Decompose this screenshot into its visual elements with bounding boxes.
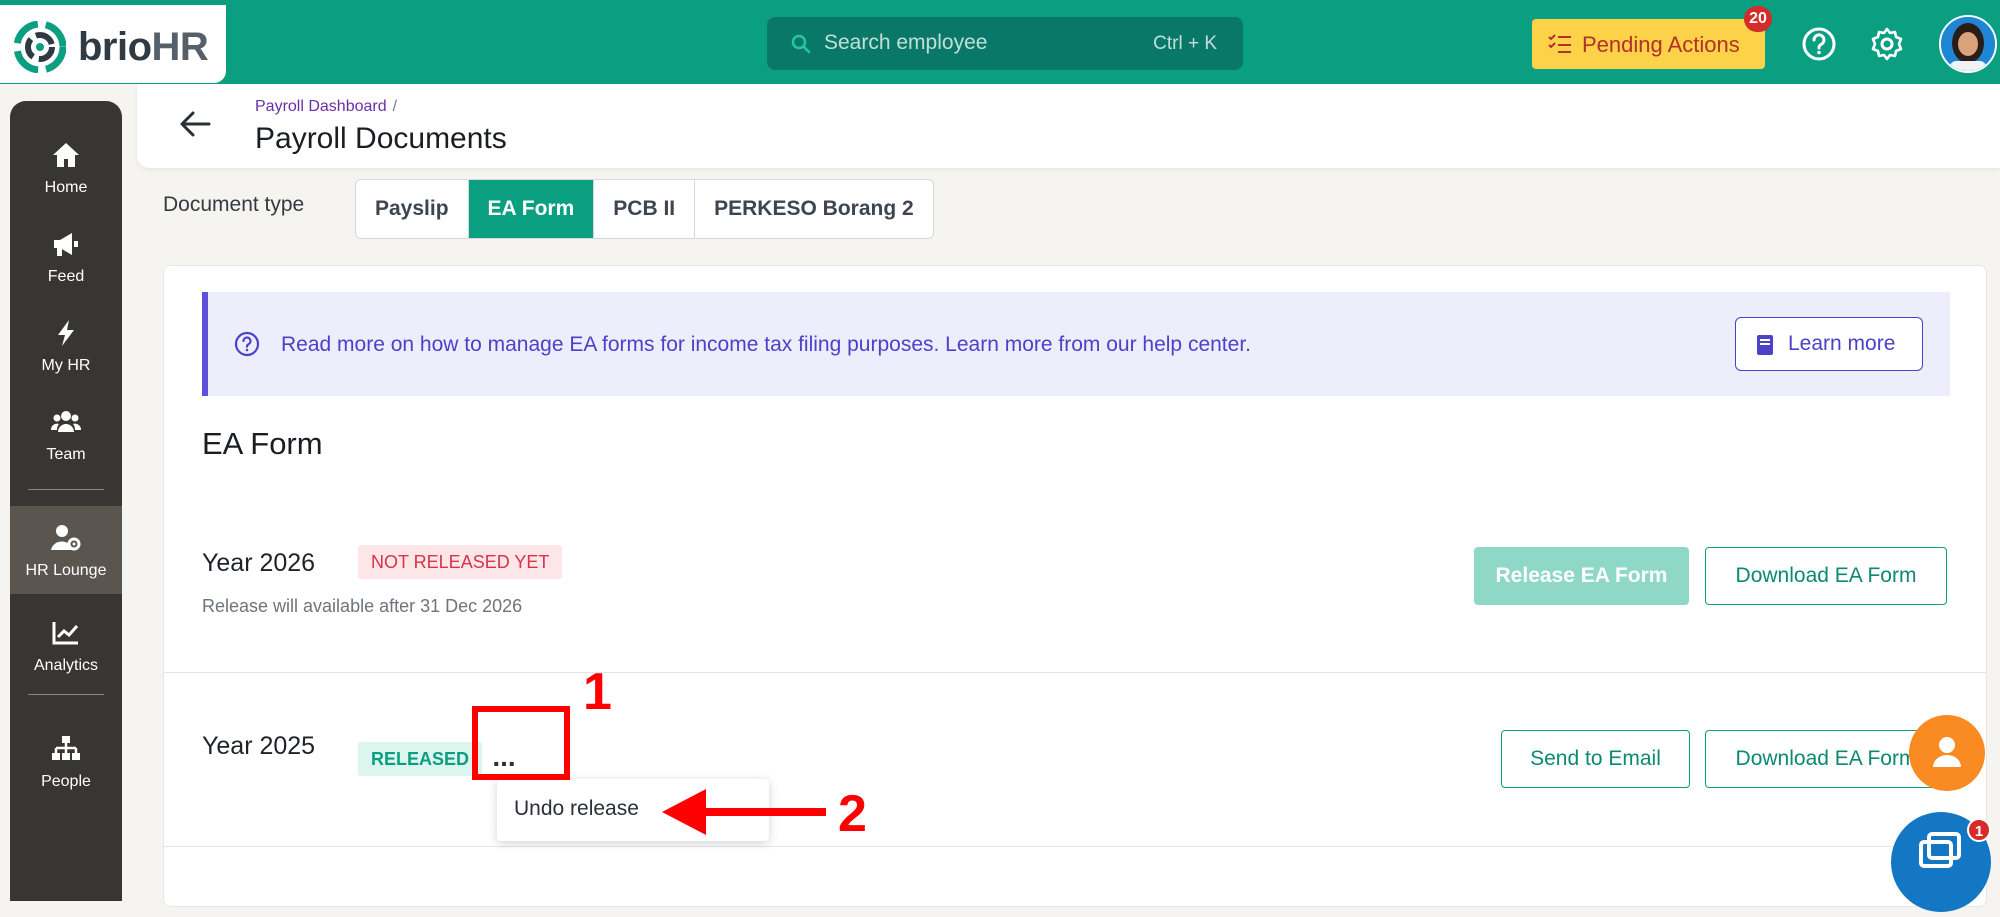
user-gear-icon [51,525,81,551]
document-type-tabs: Payslip EA Form PCB II PERKESO Borang 2 [355,179,934,239]
release-ea-form-button[interactable]: Release EA Form [1474,547,1689,605]
megaphone-icon [54,233,78,256]
team-icon [51,411,81,432]
chart-line-icon [52,622,79,645]
search-input[interactable]: Search employee Ctrl + K [767,17,1243,70]
pending-count-badge: 20 [1744,6,1772,32]
ea-form-card: Read more on how to manage EA forms for … [163,265,1987,907]
org-chart-icon [52,736,80,760]
breadcrumb: Payroll Dashboard / [255,98,397,116]
undo-release-menu-item[interactable]: Undo release [514,797,639,821]
sidebar-item-home[interactable]: Home [10,123,122,209]
document-type-label: Document type [163,193,305,216]
sidebar: Home Feed My HR Team HR Lounge Analytics… [10,101,122,901]
sidebar-item-label: My HR [41,357,91,374]
year-2026-label: Year 2026 [202,549,316,577]
book-icon [1757,335,1773,355]
info-banner-text: Read more on how to manage EA forms for … [281,333,1251,356]
help-circle-icon[interactable] [1801,26,1837,62]
breadcrumb-link-payroll-dashboard[interactable]: Payroll Dashboard [255,98,387,115]
person-icon [1933,737,1961,767]
release-note: Release will available after 31 Dec 2026 [202,596,523,616]
status-badge-released: RELEASED [358,742,483,776]
annotation-highlight-box [472,706,570,780]
sidebar-item-label: Analytics [33,657,99,674]
home-icon [53,143,79,167]
sidebar-divider [28,489,104,490]
section-title: EA Form [202,426,323,461]
tab-payslip[interactable]: Payslip [356,180,469,238]
back-arrow-icon[interactable] [177,106,213,142]
avatar[interactable] [1939,15,1997,73]
pending-actions-button[interactable]: Pending Actions 20 [1532,6,1772,69]
search-shortcut: Ctrl + K [1153,33,1217,54]
page-title: Payroll Documents [255,122,507,155]
chat-notification-badge: 1 [1967,818,1991,842]
question-circle-icon [234,331,260,357]
breadcrumb-separator: / [392,98,398,115]
sidebar-item-people[interactable]: People [10,717,122,803]
sidebar-divider [28,694,104,695]
sidebar-item-label: HR Lounge [25,562,107,579]
bolt-icon [58,320,74,346]
sidebar-item-label: Team [46,446,86,463]
send-to-email-button[interactable]: Send to Email [1501,730,1690,788]
user-avatar-icon [1941,17,1995,71]
sidebar-item-label: Home [44,179,88,196]
tab-pcb-ii[interactable]: PCB II [594,180,696,238]
search-placeholder: Search employee [824,31,988,54]
logo-text: brioHR [78,25,209,69]
sidebar-item-feed[interactable]: Feed [10,212,122,298]
sidebar-item-my-hr[interactable]: My HR [10,301,122,387]
learn-more-label: Learn more [1788,332,1896,355]
top-bar: brioHR Search employee Ctrl + K Pending … [0,0,2000,84]
gear-icon[interactable] [1869,26,1905,62]
download-ea-form-button-2026[interactable]: Download EA Form [1705,547,1947,605]
info-banner: Read more on how to manage EA forms for … [202,292,1950,396]
support-person-button[interactable] [1909,715,1985,791]
search-icon [791,34,811,54]
tab-perkeso-borang-2[interactable]: PERKESO Borang 2 [695,180,933,238]
learn-more-button[interactable]: Learn more [1735,317,1923,371]
chat-button[interactable]: 1 [1891,812,1991,912]
annotation-number-1: 1 [583,663,612,721]
tab-ea-form[interactable]: EA Form [468,180,595,238]
sidebar-item-hr-lounge[interactable]: HR Lounge [10,506,122,594]
row-divider [164,846,1986,847]
sidebar-item-team[interactable]: Team [10,390,122,476]
sidebar-item-label: Feed [47,268,85,285]
sidebar-item-label: People [41,773,91,790]
logo[interactable]: brioHR [0,5,226,83]
annotation-arrow-icon [662,789,826,835]
sidebar-item-analytics[interactable]: Analytics [10,601,122,687]
page-header: Payroll Dashboard / Payroll Documents [137,84,2000,168]
status-badge-not-released: NOT RELEASED YET [358,545,563,579]
row-divider [164,672,1986,673]
year-2025-label: Year 2025 [202,732,316,760]
checklist-icon [1548,34,1571,53]
pending-actions-label: Pending Actions [1582,32,1740,57]
annotation-number-2: 2 [838,785,867,843]
brio-logo-icon [14,21,66,73]
